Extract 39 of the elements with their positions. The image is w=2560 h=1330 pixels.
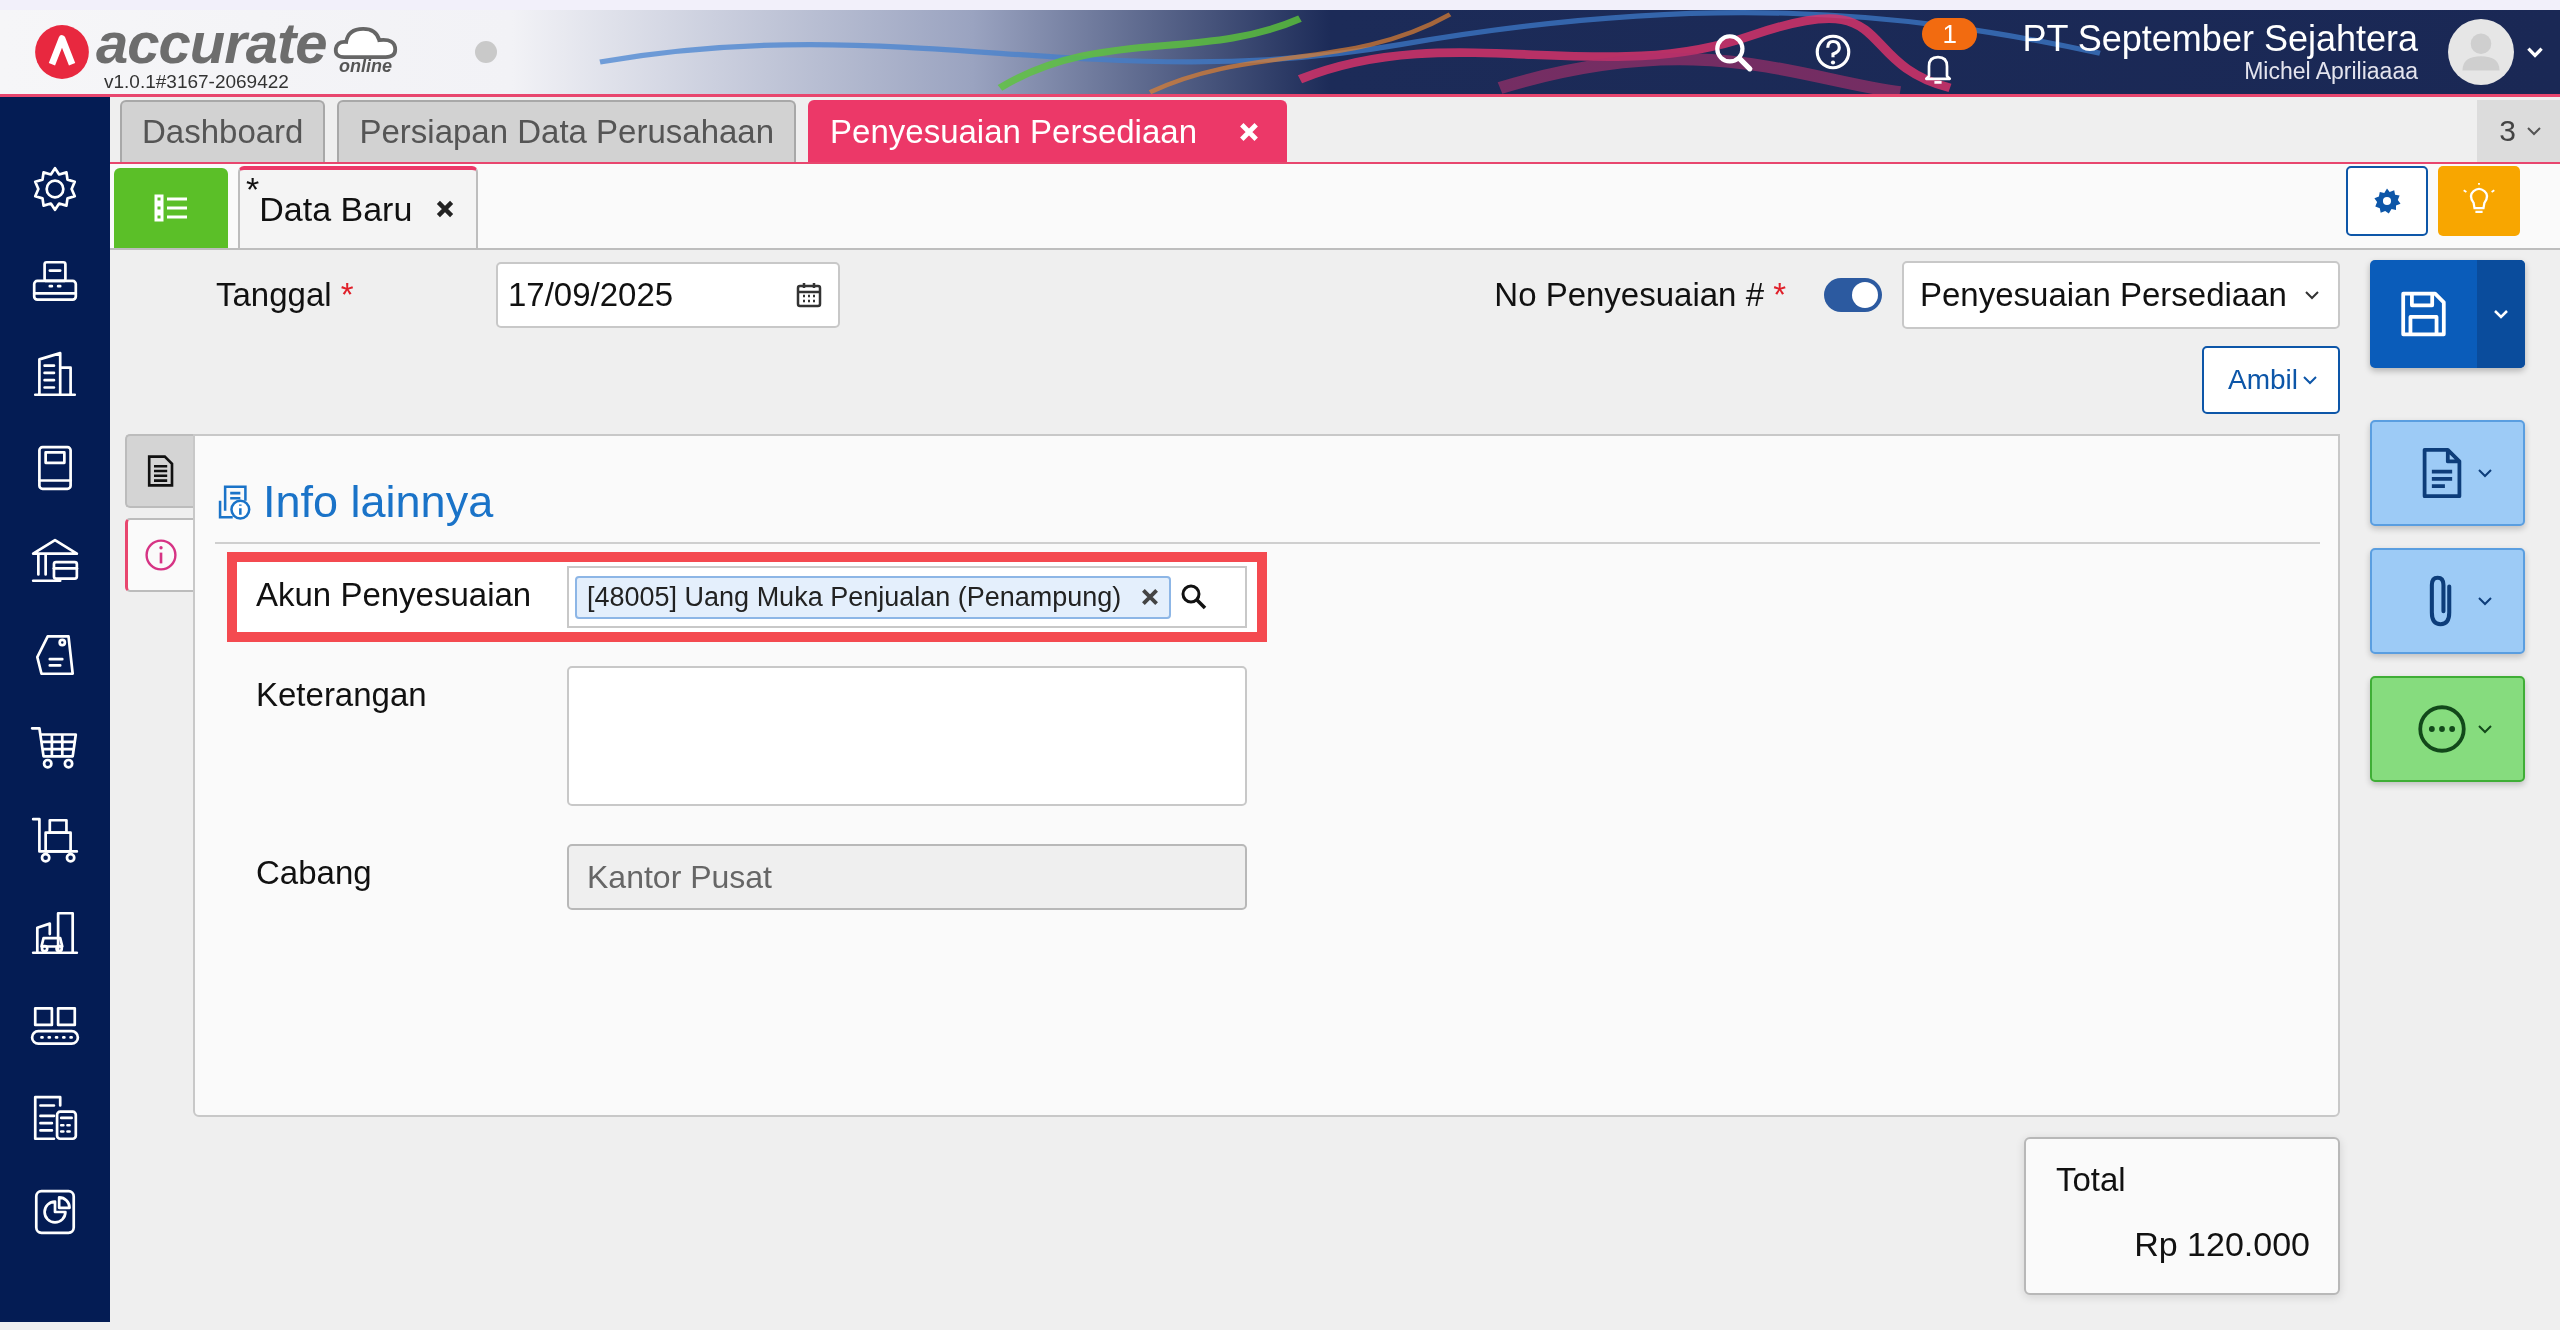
total-label: Total [2056,1161,2127,1199]
section-title: Info lainnya [263,476,494,528]
settings-button[interactable] [2346,166,2428,236]
avatar-icon[interactable] [2448,19,2514,85]
tab[interactable]: Persiapan Data Perusahaan [337,100,797,162]
field-label: Keterangan [256,675,428,714]
version-text: v1.0.1#3167-2069422 [104,71,290,91]
logo-text: accurate [96,13,327,72]
tab[interactable]: Dashboard [120,100,326,162]
document-button[interactable] [2370,420,2525,526]
side-tab[interactable] [125,434,193,508]
search-icon[interactable] [1712,31,1755,73]
info-icon [142,537,179,573]
logo-subtext: online [339,55,393,77]
status-dot [474,41,497,63]
date-field[interactable]: 17/09/2025 [496,262,840,328]
calendar-icon[interactable] [794,280,824,310]
branch-field: Kantor Pusat [567,844,1247,910]
number-type-dropdown[interactable]: Penyesuaian Persediaan [1902,261,2340,329]
logo-icon [34,24,90,80]
field-label: Tanggal * [215,276,355,314]
field-label: Cabang [256,853,373,892]
more-button[interactable] [2370,676,2525,782]
tab-count-button[interactable]: 3 [2477,100,2560,162]
tab[interactable]: Penyesuaian Persediaan [808,100,1287,162]
company-name: PT September Sejahtera [2022,18,2418,59]
document-tab[interactable]: *Data Baru [238,166,479,248]
description-field[interactable] [567,666,1247,806]
account-field[interactable]: [48005] Uang Muka Penjualan (Penampung) [567,566,1247,628]
total-value: Rp 120.000 [2134,1225,2310,1264]
field-label: No Penyesuaian # * [1494,276,1786,314]
attachment-button[interactable] [2370,548,2525,654]
save-button[interactable] [2370,260,2525,368]
fetch-button[interactable]: Ambil [2202,346,2340,414]
field-label: Akun Penyesuaian [256,575,533,614]
notification-badge: 1 [1922,18,1977,50]
user-name: Michel Apriliaaaa [2244,58,2418,86]
account-tag: [48005] Uang Muka Penjualan (Penampung) [575,575,1172,619]
toggle-switch[interactable] [1824,278,1882,312]
